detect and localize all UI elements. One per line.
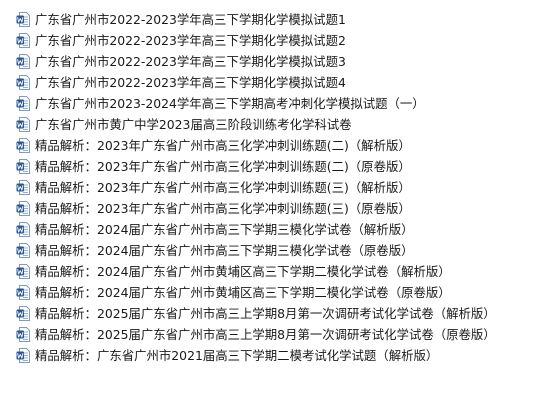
file-name: 广东省广州市黄广中学2023届高三阶段训练考化学科试卷 bbox=[35, 117, 352, 132]
word-document-icon bbox=[16, 96, 30, 111]
word-document-icon bbox=[16, 348, 30, 363]
file-item[interactable]: 精品解析：2023年广东省广州市高三化学冲刺训练题(三)（原卷版） bbox=[16, 198, 556, 219]
file-name: 精品解析：2023年广东省广州市高三化学冲刺训练题(三)（解析版） bbox=[35, 180, 411, 195]
word-document-icon bbox=[16, 285, 30, 300]
word-document-icon bbox=[16, 222, 30, 237]
word-document-icon bbox=[16, 159, 30, 174]
file-name: 广东省广州市2022-2023学年高三下学期化学模拟试题1 bbox=[35, 12, 346, 27]
file-item[interactable]: 广东省广州市2023-2024学年高三下学期高考冲刺化学模拟试题（一） bbox=[16, 93, 556, 114]
file-item[interactable]: 精品解析：2024届广东省广州市黄埔区高三下学期二模化学试卷（原卷版） bbox=[16, 282, 556, 303]
file-item[interactable]: 精品解析：2023年广东省广州市高三化学冲刺训练题(三)（解析版） bbox=[16, 177, 556, 198]
file-name: 广东省广州市2022-2023学年高三下学期化学模拟试题2 bbox=[35, 33, 346, 48]
file-list: 广东省广州市2022-2023学年高三下学期化学模拟试题1 广东省广州市2022-… bbox=[16, 9, 556, 366]
word-document-icon bbox=[16, 54, 30, 69]
word-document-icon bbox=[16, 12, 30, 27]
file-item[interactable]: 精品解析：2023年广东省广州市高三化学冲刺训练题(二)（原卷版） bbox=[16, 156, 556, 177]
word-document-icon bbox=[16, 243, 30, 258]
word-document-icon bbox=[16, 201, 30, 216]
file-name: 广东省广州市2022-2023学年高三下学期化学模拟试题3 bbox=[35, 54, 346, 69]
file-name: 精品解析：2024届广东省广州市黄埔区高三下学期二模化学试卷（解析版） bbox=[35, 264, 451, 279]
word-document-icon bbox=[16, 75, 30, 90]
file-item[interactable]: 精品解析：2024届广东省广州市黄埔区高三下学期二模化学试卷（解析版） bbox=[16, 261, 556, 282]
word-document-icon bbox=[16, 117, 30, 132]
file-name: 精品解析：2023年广东省广州市高三化学冲刺训练题(二)（解析版） bbox=[35, 138, 411, 153]
file-name: 广东省广州市2022-2023学年高三下学期化学模拟试题4 bbox=[35, 75, 346, 90]
file-name: 精品解析：2025届广东省广州市高三上学期8月第一次调研考试化学试卷（原卷版） bbox=[35, 327, 496, 342]
file-name: 精品解析：广东省广州市2021届高三下学期二模考试化学试题（解析版） bbox=[35, 348, 439, 363]
file-item[interactable]: 广东省广州市2022-2023学年高三下学期化学模拟试题2 bbox=[16, 30, 556, 51]
file-name: 精品解析：2024届广东省广州市高三下学期三模化学试卷（解析版） bbox=[35, 222, 414, 237]
word-document-icon bbox=[16, 264, 30, 279]
word-document-icon bbox=[16, 138, 30, 153]
file-item[interactable]: 精品解析：2023年广东省广州市高三化学冲刺训练题(二)（解析版） bbox=[16, 135, 556, 156]
file-item[interactable]: 广东省广州市2022-2023学年高三下学期化学模拟试题3 bbox=[16, 51, 556, 72]
file-item[interactable]: 精品解析：广东省广州市2021届高三下学期二模考试化学试题（解析版） bbox=[16, 345, 556, 366]
file-name: 精品解析：2023年广东省广州市高三化学冲刺训练题(二)（原卷版） bbox=[35, 159, 411, 174]
file-item[interactable]: 广东省广州市2022-2023学年高三下学期化学模拟试题4 bbox=[16, 72, 556, 93]
file-name: 广东省广州市2023-2024学年高三下学期高考冲刺化学模拟试题（一） bbox=[35, 96, 425, 111]
file-name: 精品解析：2024届广东省广州市黄埔区高三下学期二模化学试卷（原卷版） bbox=[35, 285, 451, 300]
word-document-icon bbox=[16, 180, 30, 195]
file-item[interactable]: 精品解析：2025届广东省广州市高三上学期8月第一次调研考试化学试卷（解析版） bbox=[16, 303, 556, 324]
file-item[interactable]: 精品解析：2025届广东省广州市高三上学期8月第一次调研考试化学试卷（原卷版） bbox=[16, 324, 556, 345]
file-item[interactable]: 精品解析：2024届广东省广州市高三下学期三模化学试卷（原卷版） bbox=[16, 240, 556, 261]
file-item[interactable]: 广东省广州市黄广中学2023届高三阶段训练考化学科试卷 bbox=[16, 114, 556, 135]
file-name: 精品解析：2023年广东省广州市高三化学冲刺训练题(三)（原卷版） bbox=[35, 201, 411, 216]
file-item[interactable]: 精品解析：2024届广东省广州市高三下学期三模化学试卷（解析版） bbox=[16, 219, 556, 240]
file-name: 精品解析：2025届广东省广州市高三上学期8月第一次调研考试化学试卷（解析版） bbox=[35, 306, 496, 321]
word-document-icon bbox=[16, 33, 30, 48]
file-name: 精品解析：2024届广东省广州市高三下学期三模化学试卷（原卷版） bbox=[35, 243, 414, 258]
file-item[interactable]: 广东省广州市2022-2023学年高三下学期化学模拟试题1 bbox=[16, 9, 556, 30]
word-document-icon bbox=[16, 306, 30, 321]
word-document-icon bbox=[16, 327, 30, 342]
